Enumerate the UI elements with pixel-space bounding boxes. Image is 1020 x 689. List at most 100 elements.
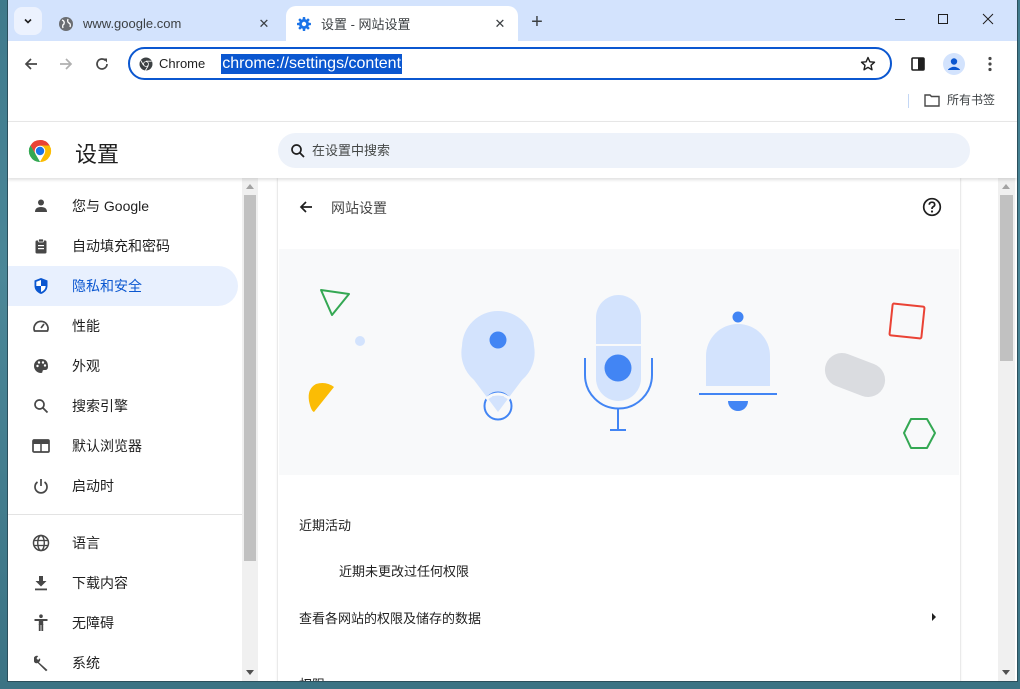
help-icon xyxy=(922,197,942,217)
speedometer-icon xyxy=(31,316,51,336)
globe-icon xyxy=(58,16,74,32)
sidebar-divider xyxy=(8,514,242,515)
decor-dot xyxy=(355,336,365,346)
tab-title: www.google.com xyxy=(83,16,182,31)
star-icon xyxy=(860,56,876,71)
side-panel-button[interactable] xyxy=(904,50,932,78)
back-to-privacy-button[interactable] xyxy=(294,195,318,219)
menu-button[interactable] xyxy=(976,50,1004,78)
search-icon xyxy=(31,396,51,416)
scroll-down-arrow[interactable] xyxy=(246,670,254,675)
site-settings-illustration xyxy=(279,249,959,475)
recent-activity-empty-text: 近期未更改过任何权限 xyxy=(339,564,470,579)
browser-window-icon xyxy=(31,436,51,456)
settings-search-box[interactable] xyxy=(278,133,970,168)
sidebar-item-accessibility[interactable]: 无障碍 xyxy=(8,603,238,643)
decor-half-circle xyxy=(308,383,334,412)
site-settings-card: 网站设置 近期活动 近期未更改过任何权限 查看各网站的权限及储存的数据 xyxy=(278,178,960,681)
sidebar-item-label: 无障碍 xyxy=(72,615,114,631)
sidebar-item-privacy-security[interactable]: 隐私和安全 xyxy=(8,266,238,306)
sidebar-item-label: 您与 Google xyxy=(72,198,150,214)
sidebar-item-performance[interactable]: 性能 xyxy=(8,306,238,346)
help-button[interactable] xyxy=(920,195,944,219)
url-text[interactable]: chrome://settings/content xyxy=(221,53,403,74)
wrench-icon xyxy=(31,653,51,673)
decor-square xyxy=(888,302,926,340)
tab-settings[interactable]: 设置 - 网站设置 ✕ xyxy=(286,6,518,41)
folder-icon xyxy=(924,93,940,107)
scroll-up-arrow[interactable] xyxy=(1002,184,1010,189)
back-button[interactable] xyxy=(17,50,45,78)
sidebar-item-system[interactable]: 系统 xyxy=(8,643,238,681)
sidebar-item-default-browser[interactable]: 默认浏览器 xyxy=(8,426,238,466)
sidebar-item-downloads[interactable]: 下载内容 xyxy=(8,563,238,603)
site-info-chip[interactable]: Chrome xyxy=(139,56,205,71)
settings-search-input[interactable] xyxy=(312,143,912,158)
permissions-heading: 权限 xyxy=(299,674,325,681)
close-window-button[interactable] xyxy=(973,6,1003,32)
close-tab-button[interactable]: ✕ xyxy=(490,14,510,34)
search-icon xyxy=(291,143,305,158)
view-site-data-link[interactable]: 查看各网站的权限及储存的数据 xyxy=(278,596,960,638)
download-icon xyxy=(31,573,51,593)
chevron-down-icon xyxy=(24,18,32,24)
reload-icon xyxy=(96,58,108,70)
bookmark-star-button[interactable] xyxy=(858,54,878,74)
maximize-icon xyxy=(938,14,948,24)
side-panel-icon xyxy=(911,57,925,71)
palette-icon xyxy=(31,356,51,376)
new-tab-button[interactable]: + xyxy=(526,11,548,33)
more-vert-icon xyxy=(988,56,992,72)
person-icon xyxy=(31,196,51,216)
view-site-data-label: 查看各网站的权限及储存的数据 xyxy=(299,610,482,626)
arrow-left-icon xyxy=(24,58,37,70)
card-header: 网站设置 xyxy=(278,178,960,238)
page-title: 网站设置 xyxy=(331,200,387,216)
minimize-button[interactable] xyxy=(885,6,915,32)
tab-title: 设置 - 网站设置 xyxy=(321,17,411,32)
sidebar-scrollbar[interactable] xyxy=(242,178,258,681)
scroll-down-arrow[interactable] xyxy=(1002,670,1010,675)
sidebar-item-label: 系统 xyxy=(72,655,100,671)
close-tab-button[interactable]: ✕ xyxy=(254,14,274,34)
main-scrollbar[interactable] xyxy=(998,178,1015,681)
sidebar-item-label: 隐私和安全 xyxy=(72,278,142,294)
avatar-icon xyxy=(943,53,965,75)
decor-pill xyxy=(824,352,886,398)
address-bar[interactable]: Chrome chrome://settings/content xyxy=(128,47,892,80)
shield-icon xyxy=(31,276,51,296)
tab-search-button[interactable] xyxy=(14,7,42,35)
sidebar-item-autofill[interactable]: 自动填充和密码 xyxy=(8,226,238,266)
sidebar-item-label: 下载内容 xyxy=(72,575,128,591)
maximize-button[interactable] xyxy=(928,6,958,32)
sidebar-item-label: 语言 xyxy=(72,535,100,551)
toolbar: Chrome chrome://settings/content xyxy=(8,41,1017,87)
bookmarks-divider xyxy=(908,94,909,108)
illustration-graphic xyxy=(308,289,936,449)
settings-header: 设置 xyxy=(8,121,1017,178)
settings-title: 设置 xyxy=(75,142,120,167)
tab-google[interactable]: www.google.com ✕ xyxy=(48,6,282,41)
sidebar-item-you-and-google[interactable]: 您与 Google xyxy=(8,186,238,226)
sidebar-item-search-engine[interactable]: 搜索引擎 xyxy=(8,386,238,426)
power-icon xyxy=(31,476,51,496)
reload-button[interactable] xyxy=(88,50,116,78)
sidebar-item-on-startup[interactable]: 启动时 xyxy=(8,466,238,506)
scroll-up-arrow[interactable] xyxy=(246,184,254,189)
all-bookmarks-button[interactable]: 所有书签 xyxy=(924,91,995,108)
profile-button[interactable] xyxy=(940,50,968,78)
scrollbar-thumb[interactable] xyxy=(1000,195,1013,361)
scrollbar-thumb[interactable] xyxy=(244,195,256,561)
globe-icon xyxy=(31,533,51,553)
chip-label: Chrome xyxy=(159,56,206,71)
forward-button[interactable] xyxy=(52,50,80,78)
chrome-logo-icon xyxy=(28,139,52,162)
microphone-icon xyxy=(584,295,653,431)
tab-strip: www.google.com ✕ 设置 - 网站设置 ✕ + xyxy=(8,0,1017,41)
sidebar-item-appearance[interactable]: 外观 xyxy=(8,346,238,386)
settings-sidebar: 您与 Google 自动填充和密码 隐私和安全 性能 外观 搜索引擎 默认浏览器 xyxy=(8,178,242,681)
sidebar-item-languages[interactable]: 语言 xyxy=(8,523,238,563)
bookmarks-bar: 所有书签 xyxy=(8,87,1017,120)
chrome-icon xyxy=(139,57,153,71)
location-pin-icon xyxy=(461,311,535,421)
